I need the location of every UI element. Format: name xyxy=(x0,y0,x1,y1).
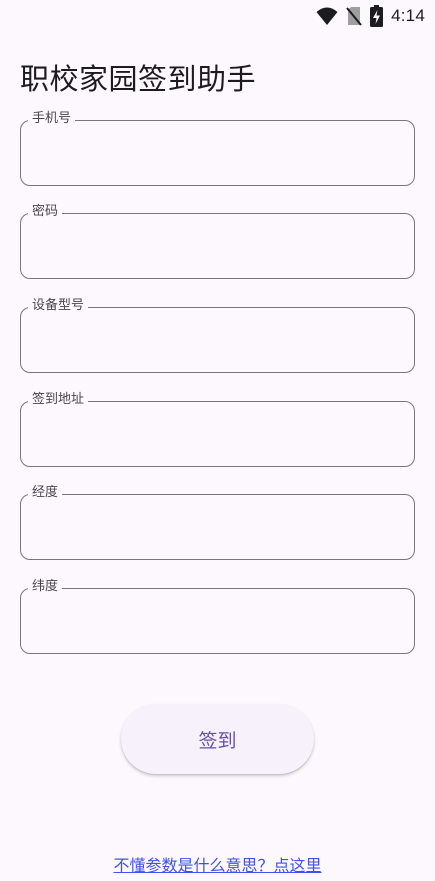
longitude-input[interactable] xyxy=(35,513,400,545)
checkin-address-field[interactable]: 签到地址 xyxy=(20,391,415,467)
latitude-input[interactable] xyxy=(35,607,400,639)
latitude-field[interactable]: 纬度 xyxy=(20,578,415,654)
page-title: 职校家园签到助手 xyxy=(20,62,257,96)
phone-field[interactable]: 手机号 xyxy=(20,110,415,186)
wifi-icon xyxy=(316,6,338,26)
longitude-field-label: 经度 xyxy=(28,484,63,502)
status-time: 4:14 xyxy=(391,6,425,25)
checkin-address-field-label: 签到地址 xyxy=(28,391,89,409)
phone-field-label: 手机号 xyxy=(28,110,76,128)
status-bar: 4:14 xyxy=(0,0,435,34)
device-model-field-label: 设备型号 xyxy=(28,297,89,315)
password-field[interactable]: 密码 xyxy=(20,203,415,279)
latitude-field-label: 纬度 xyxy=(28,578,63,596)
longitude-field[interactable]: 经度 xyxy=(20,484,415,560)
phone-input[interactable] xyxy=(35,139,400,171)
battery-charging-icon xyxy=(370,5,384,27)
password-input[interactable] xyxy=(35,232,400,264)
status-icons: 4:14 xyxy=(316,5,425,27)
checkin-address-input[interactable] xyxy=(35,420,400,452)
password-field-label: 密码 xyxy=(28,203,63,221)
checkin-button[interactable]: 签到 xyxy=(121,704,314,774)
device-model-input[interactable] xyxy=(35,326,400,358)
no-sim-icon xyxy=(346,6,362,26)
device-model-field[interactable]: 设备型号 xyxy=(20,297,415,373)
help-link[interactable]: 不懂参数是什么意思？点这里 xyxy=(0,852,435,876)
